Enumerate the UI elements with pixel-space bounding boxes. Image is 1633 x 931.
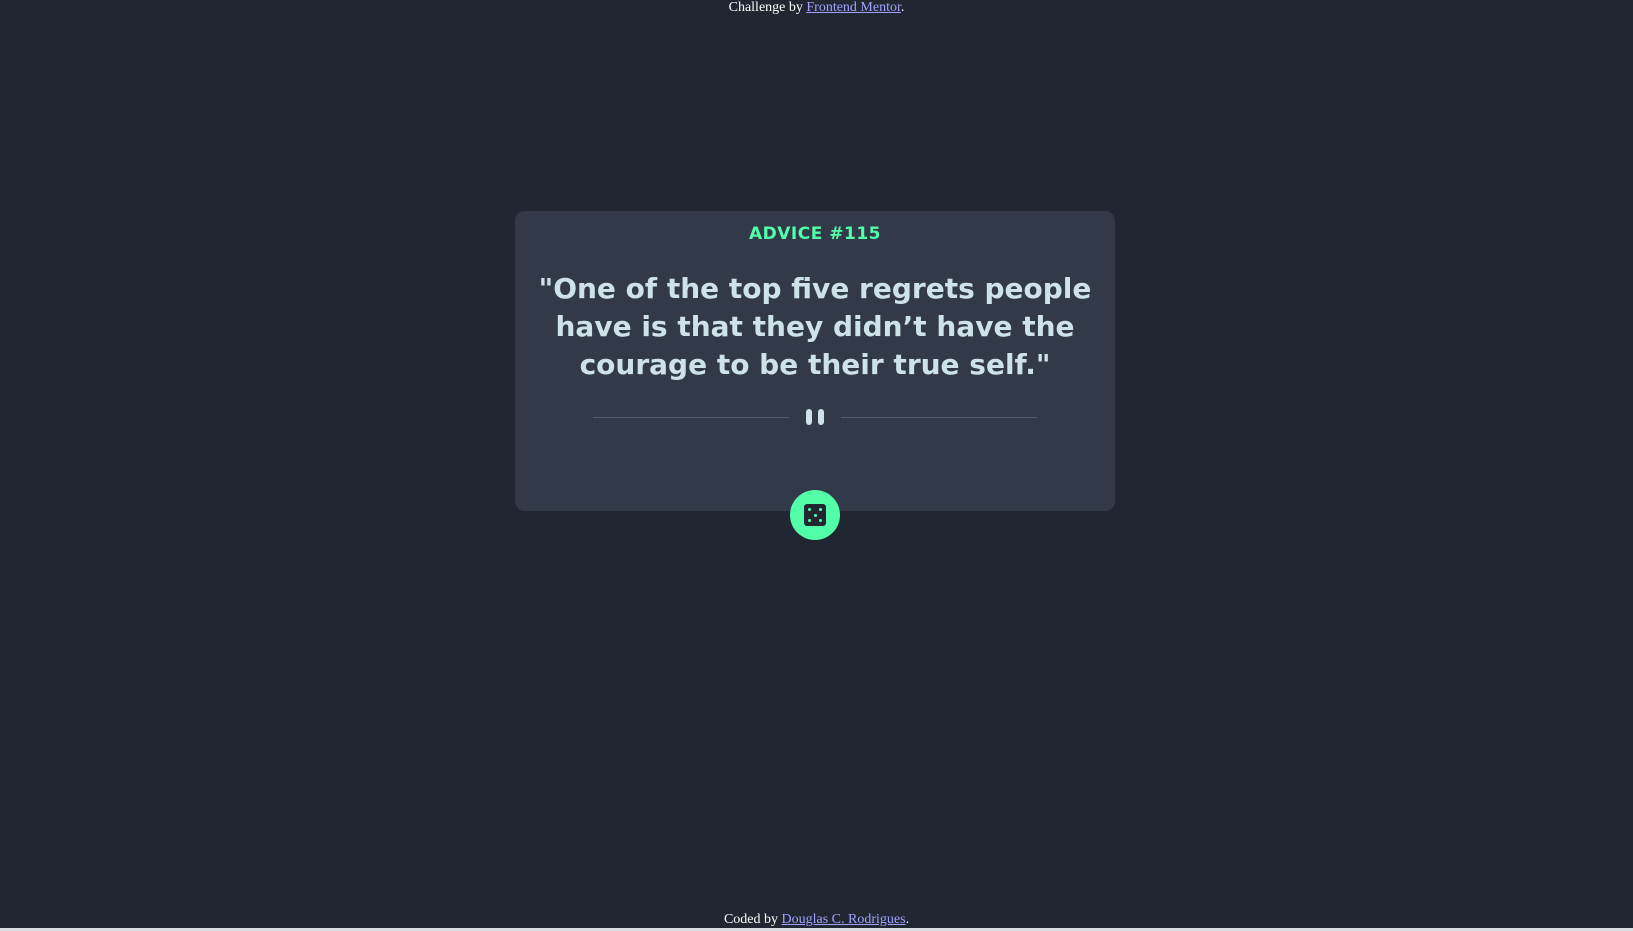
attribution-prefix: Challenge by	[728, 0, 807, 15]
coded-by-attribution: Coded by Douglas C. Rodrigues.	[0, 912, 1633, 928]
coded-by-suffix: .	[905, 912, 910, 927]
challenge-attribution: Challenge by Frontend Mentor.	[0, 0, 1633, 16]
generate-advice-button[interactable]	[790, 490, 840, 540]
advice-number: ADVICE #115	[749, 224, 881, 244]
coded-by-prefix: Coded by	[723, 912, 782, 927]
pause-icon	[803, 409, 827, 425]
dice-icon	[804, 504, 826, 526]
attribution-suffix: .	[900, 0, 905, 15]
frontend-mentor-link[interactable]: Frontend Mentor	[806, 0, 901, 15]
advice-quote: "One of the top five regrets people have…	[538, 272, 1092, 381]
divider-line-left	[593, 417, 789, 418]
advice-card: ADVICE #115 "One of the top five regrets…	[515, 211, 1115, 511]
pattern-divider	[593, 407, 1037, 427]
author-link[interactable]: Douglas C. Rodrigues	[782, 912, 906, 927]
divider-line-right	[841, 417, 1037, 418]
